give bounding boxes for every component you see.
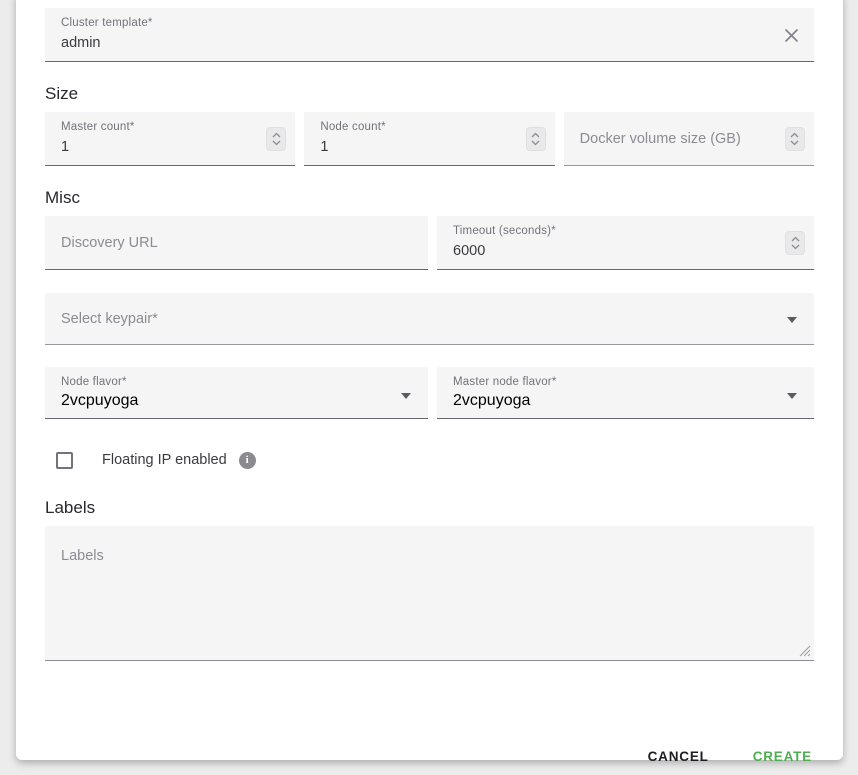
node-count-label: Node count*	[320, 121, 386, 133]
master-count-input[interactable]	[61, 139, 253, 155]
cluster-template-label: Cluster template*	[61, 17, 153, 29]
docker-volume-size-input[interactable]	[580, 112, 772, 165]
keypair-chevron-down-icon[interactable]	[787, 317, 797, 323]
timeout-field[interactable]: Timeout (seconds)*	[437, 216, 814, 270]
docker-volume-size-field[interactable]	[564, 112, 814, 166]
node-flavor-select[interactable]: Node flavor* 2vcpuyoga	[45, 367, 428, 419]
size-fields-row: Master count* Node count*	[45, 112, 814, 166]
dialog-footer: CANCEL CREATE	[45, 745, 814, 768]
master-count-label: Master count*	[61, 121, 135, 133]
node-count-stepper-icon[interactable]	[526, 127, 546, 151]
create-cluster-dialog: Cluster template* Size Master count* Nod…	[16, 0, 843, 760]
master-node-flavor-label: Master node flavor*	[453, 376, 557, 388]
floating-ip-row: Floating IP enabled i	[56, 450, 814, 470]
floating-ip-info-icon[interactable]: i	[239, 452, 256, 469]
keypair-select[interactable]: Select keypair*	[45, 293, 814, 345]
floating-ip-label: Floating IP enabled	[102, 452, 227, 468]
discovery-url-field[interactable]	[45, 216, 428, 270]
clear-cluster-template-icon[interactable]	[783, 27, 800, 44]
node-flavor-label: Node flavor*	[61, 376, 127, 388]
master-node-flavor-chevron-down-icon[interactable]	[787, 393, 797, 399]
labels-textarea-wrap	[45, 526, 814, 661]
misc-section-heading: Misc	[45, 188, 814, 208]
node-count-field[interactable]: Node count*	[304, 112, 554, 166]
labels-textarea[interactable]	[45, 526, 814, 660]
timeout-input[interactable]	[453, 243, 772, 259]
node-count-input[interactable]	[320, 139, 512, 155]
floating-ip-checkbox[interactable]	[56, 452, 73, 469]
master-node-flavor-select[interactable]: Master node flavor* 2vcpuyoga	[437, 367, 814, 419]
size-section-heading: Size	[45, 84, 814, 104]
node-flavor-value: 2vcpuyoga	[61, 392, 138, 410]
cancel-button[interactable]: CANCEL	[646, 745, 711, 768]
timeout-stepper-icon[interactable]	[785, 231, 805, 255]
cluster-template-field[interactable]: Cluster template*	[45, 8, 814, 62]
misc-fields-row: Timeout (seconds)*	[45, 216, 814, 270]
create-button[interactable]: CREATE	[751, 745, 814, 768]
flavor-fields-row: Node flavor* 2vcpuyoga Master node flavo…	[45, 367, 814, 419]
master-count-stepper-icon[interactable]	[266, 127, 286, 151]
timeout-label: Timeout (seconds)*	[453, 225, 556, 237]
master-node-flavor-value: 2vcpuyoga	[453, 392, 530, 410]
node-flavor-chevron-down-icon[interactable]	[401, 393, 411, 399]
keypair-placeholder: Select keypair*	[61, 293, 772, 344]
master-count-field[interactable]: Master count*	[45, 112, 295, 166]
cluster-template-input[interactable]	[61, 35, 772, 51]
docker-volume-stepper-icon[interactable]	[785, 127, 805, 151]
discovery-url-input[interactable]	[61, 216, 386, 269]
labels-section-heading: Labels	[45, 498, 814, 518]
